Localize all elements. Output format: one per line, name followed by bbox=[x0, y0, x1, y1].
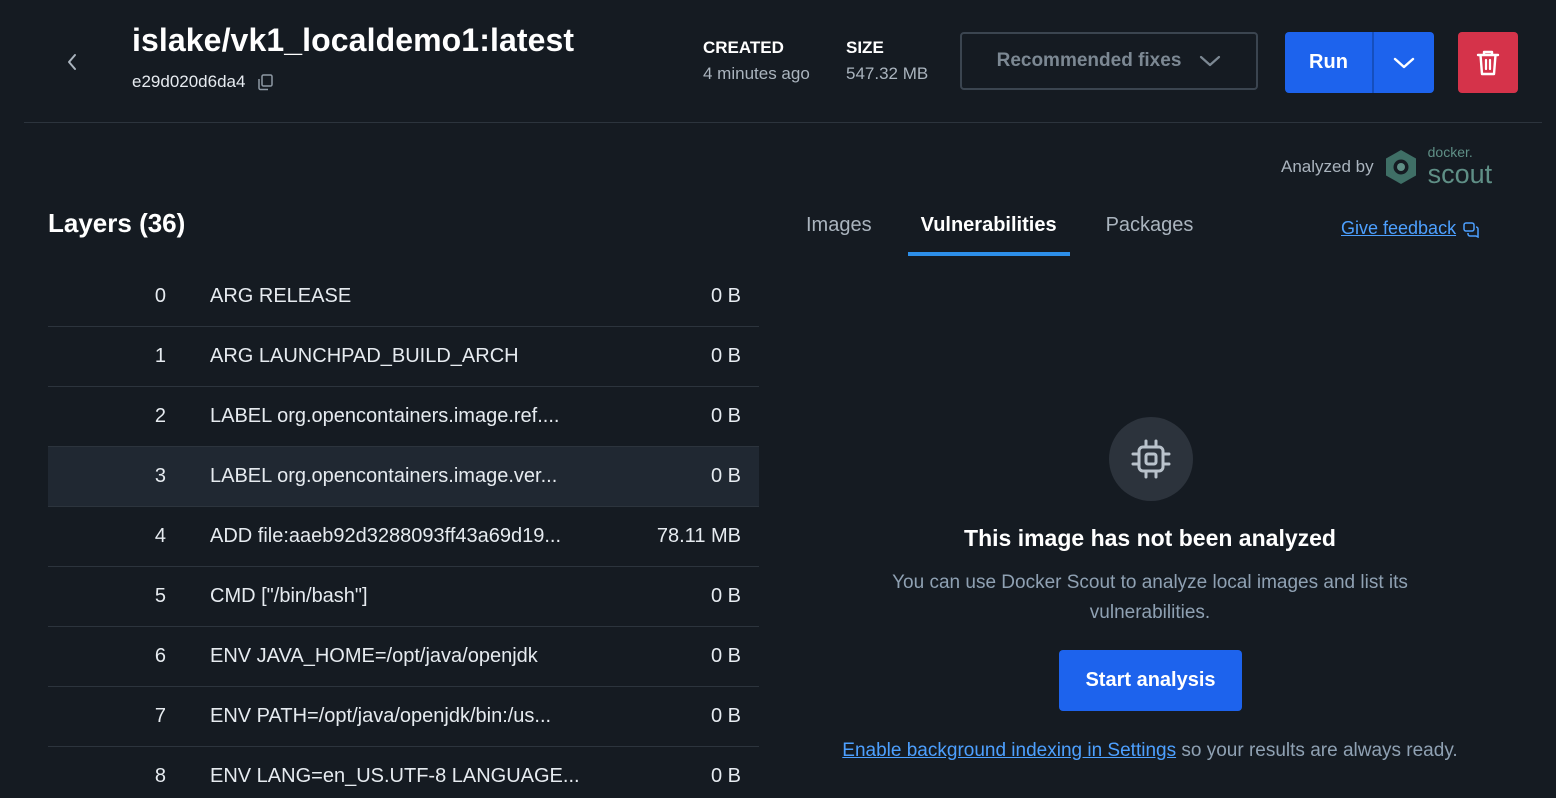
layer-command: ENV LANG=en_US.UTF-8 LANGUAGE... bbox=[210, 765, 580, 787]
recommended-fixes-dropdown[interactable]: Recommended fixes bbox=[960, 32, 1258, 90]
layer-size: 0 B bbox=[710, 765, 741, 787]
layer-index: 3 bbox=[154, 465, 166, 487]
layers-list[interactable]: 0 ARG RELEASE 0 B 1 ARG LAUNCHPAD_BUILD_ARCH… bbox=[48, 267, 759, 798]
start-analysis-button[interactable]: Start analysis bbox=[1059, 650, 1242, 711]
layer-size: 0 B bbox=[710, 585, 741, 607]
delete-button[interactable] bbox=[1458, 32, 1518, 93]
layer-size: 0 B bbox=[710, 285, 741, 307]
recommended-fixes-label: Recommended fixes bbox=[996, 50, 1182, 71]
layer-command: ENV PATH=/opt/java/openjdk/bin:/us... bbox=[210, 705, 552, 727]
run-options-button[interactable] bbox=[1374, 32, 1434, 93]
back-button[interactable] bbox=[58, 48, 86, 76]
copy-icon bbox=[258, 74, 274, 91]
size-label: SIZE bbox=[846, 38, 884, 57]
trash-icon bbox=[1476, 50, 1500, 75]
layer-command: ADD file:aaeb92d3288093ff43a69d19... bbox=[210, 525, 562, 547]
scout-logo-icon bbox=[1385, 149, 1416, 184]
give-feedback-link[interactable]: Give feedback bbox=[1341, 218, 1480, 239]
chevron-down-icon bbox=[1200, 55, 1221, 67]
layer-row[interactable]: 4 ADD file:aaeb92d3288093ff43a69d19... 78.… bbox=[48, 507, 759, 567]
layer-index: 6 bbox=[154, 645, 166, 667]
layer-index: 0 bbox=[154, 285, 166, 307]
layer-row[interactable]: 7 ENV PATH=/opt/java/openjdk/bin:/us... 0 … bbox=[48, 687, 759, 747]
image-id-row: e29d020d6da4 bbox=[132, 72, 275, 92]
analyzed-by: Analyzed by docker. scout bbox=[1281, 145, 1492, 188]
run-button[interactable]: Run bbox=[1285, 32, 1372, 93]
settings-link[interactable]: Enable background indexing in Settings bbox=[842, 740, 1176, 761]
scout-brand-small: docker. bbox=[1427, 144, 1473, 160]
layer-row[interactable]: 2 LABEL org.opencontainers.image.ref.... 0… bbox=[48, 387, 759, 447]
layers-title: Layers (36) bbox=[48, 208, 186, 238]
layer-size: 0 B bbox=[710, 345, 741, 367]
background-indexing-note: Enable background indexing in Settings s… bbox=[820, 736, 1480, 766]
tab-packages[interactable]: Packages bbox=[1100, 210, 1200, 252]
chevron-down-icon bbox=[1393, 57, 1415, 68]
feedback-icon bbox=[1463, 221, 1479, 238]
layer-row[interactable]: 0 ARG RELEASE 0 B bbox=[48, 267, 759, 327]
size-value: 547.32 MB bbox=[846, 64, 929, 83]
image-title: islake/vk1_localdemo1:latest bbox=[132, 22, 575, 58]
empty-state-title: This image has not been analyzed bbox=[964, 525, 1336, 551]
layer-size: 0 B bbox=[710, 705, 741, 727]
layer-row[interactable]: 5 CMD ["/bin/bash"] 0 B bbox=[48, 567, 759, 627]
layer-command: ARG RELEASE bbox=[210, 285, 352, 307]
layer-command: LABEL org.opencontainers.image.ref.... bbox=[210, 405, 560, 427]
layer-command: ARG LAUNCHPAD_BUILD_ARCH bbox=[210, 345, 519, 367]
layer-row[interactable]: 6 ENV JAVA_HOME=/opt/java/openjdk 0 B bbox=[48, 627, 759, 687]
layer-size: 0 B bbox=[710, 645, 741, 667]
layer-size: 0 B bbox=[710, 465, 741, 487]
layer-row[interactable]: 1 ARG LAUNCHPAD_BUILD_ARCH 0 B bbox=[48, 327, 759, 387]
layer-row[interactable]: 3 LABEL org.opencontainers.image.ver... 0 … bbox=[48, 447, 759, 507]
chip-icon-circle bbox=[1109, 417, 1193, 501]
created-label: CREATED bbox=[703, 38, 784, 57]
analyzed-by-label: Analyzed by bbox=[1281, 156, 1374, 176]
layer-command: LABEL org.opencontainers.image.ver... bbox=[210, 465, 558, 487]
header-divider bbox=[24, 122, 1542, 123]
settings-note-suffix: so your results are always ready. bbox=[1176, 740, 1458, 761]
give-feedback-label: Give feedback bbox=[1341, 218, 1457, 238]
layer-index: 8 bbox=[154, 765, 166, 787]
image-id: e29d020d6da4 bbox=[132, 72, 246, 91]
layer-command: CMD ["/bin/bash"] bbox=[210, 585, 368, 607]
chevron-left-icon bbox=[68, 54, 76, 70]
scout-brand-big: scout bbox=[1427, 159, 1493, 189]
layer-index: 4 bbox=[154, 525, 166, 547]
detail-tabs: Images Vulnerabilities Packages bbox=[800, 210, 1235, 256]
scout-wordmark: docker. scout bbox=[1428, 145, 1493, 188]
size-meta: SIZE 547.32 MB bbox=[846, 38, 928, 84]
docker-scout-logo: docker. scout bbox=[1382, 145, 1493, 188]
layer-row[interactable]: 8 ENV LANG=en_US.UTF-8 LANGUAGE... 0 B bbox=[48, 747, 759, 798]
layer-size: 0 B bbox=[710, 405, 741, 427]
empty-state-description: You can use Docker Scout to analyze loca… bbox=[892, 572, 1408, 623]
layer-index: 5 bbox=[154, 585, 166, 607]
layer-index: 7 bbox=[154, 705, 166, 727]
layer-index: 1 bbox=[154, 345, 166, 367]
tab-vulnerabilities[interactable]: Vulnerabilities bbox=[907, 210, 1070, 256]
layer-command: ENV JAVA_HOME=/opt/java/openjdk bbox=[210, 645, 538, 667]
chip-icon bbox=[1131, 439, 1171, 479]
layer-index: 2 bbox=[154, 405, 166, 427]
tab-images[interactable]: Images bbox=[800, 210, 878, 252]
created-meta: CREATED 4 minutes ago bbox=[703, 38, 810, 84]
created-value: 4 minutes ago bbox=[703, 64, 810, 83]
layer-size: 78.11 MB bbox=[656, 525, 741, 547]
run-button-group: Run bbox=[1285, 32, 1434, 93]
copy-id-button[interactable] bbox=[255, 72, 275, 92]
